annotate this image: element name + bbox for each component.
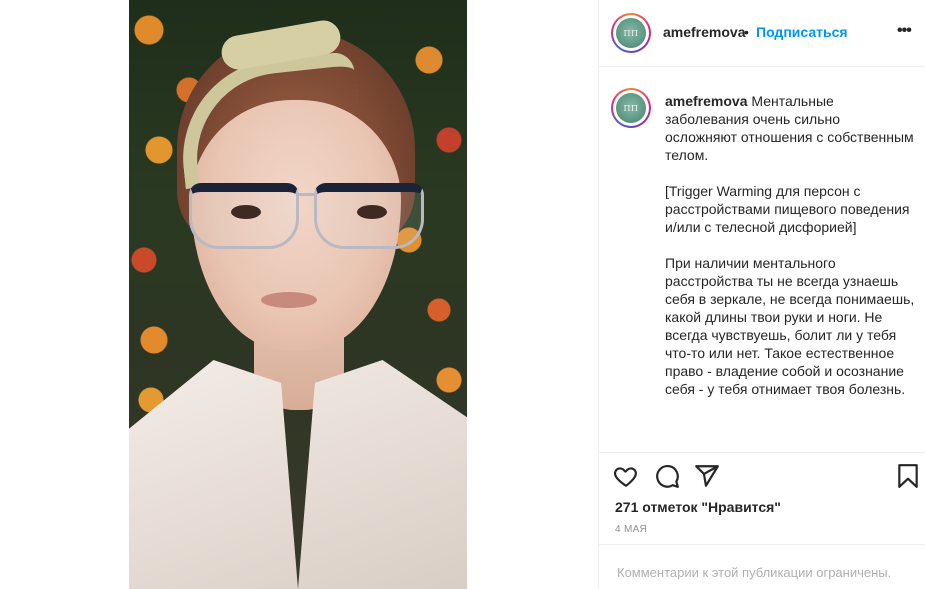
comments-disabled-notice: Комментарии к этой публикации ограничены… [617, 565, 892, 580]
post-actions: 271 отметок "Нравится" 4 мая [599, 452, 925, 544]
likes-count[interactable]: 271 отметок "Нравится" [615, 499, 781, 515]
photo-lips [261, 292, 317, 308]
username-link[interactable]: amefremova [663, 24, 746, 40]
post-date[interactable]: 4 мая [615, 524, 647, 535]
comments-area: Комментарии к этой публикации ограничены… [599, 544, 925, 589]
separator-dot: • [744, 24, 749, 40]
more-options-icon[interactable]: ••• [897, 22, 912, 40]
post-header: ΠΠ amefremova • Подписаться ••• [599, 0, 925, 67]
share-icon[interactable] [694, 463, 720, 489]
photo-headband [173, 50, 365, 190]
bookmark-icon[interactable] [895, 463, 921, 489]
comment-icon[interactable] [654, 463, 680, 489]
media-area [0, 0, 598, 589]
caption-area: ΠΠ amefremova Ментальные заболевания оче… [599, 68, 925, 452]
avatar-text: ΠΠ [623, 28, 639, 38]
avatar-text: ΠΠ [623, 103, 639, 113]
heart-icon[interactable] [613, 463, 639, 489]
post-photo[interactable] [129, 0, 467, 589]
post-caption: amefremova Ментальные заболевания очень … [665, 92, 915, 398]
avatar[interactable]: ΠΠ [611, 13, 651, 53]
post-side-panel: ΠΠ amefremova • Подписаться ••• ΠΠ amefr… [598, 0, 925, 589]
caption-username-link[interactable]: amefremova [665, 93, 748, 109]
caption-text: Ментальные заболевания очень сильно осло… [665, 93, 915, 397]
follow-button[interactable]: Подписаться [756, 24, 848, 40]
photo-glasses [189, 175, 439, 255]
caption-avatar[interactable]: ΠΠ [611, 88, 651, 128]
